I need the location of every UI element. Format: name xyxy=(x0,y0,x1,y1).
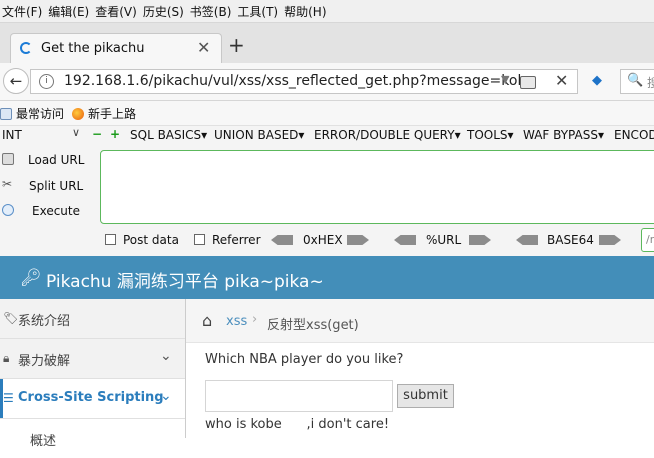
home-icon[interactable]: ⌂ xyxy=(202,311,212,330)
search-input[interactable]: 🔍 搜 xyxy=(620,69,654,94)
chevron-down-icon: ⌄ xyxy=(160,348,172,364)
url-bar[interactable]: i 192.168.1.6/pikachu/vul/xss/xss_reflec… xyxy=(30,69,578,94)
scissors-icon: ✂ xyxy=(2,177,13,191)
hackbar-url-textarea[interactable] xyxy=(100,150,654,224)
url-encode-arrow-icon[interactable] xyxy=(469,235,491,245)
hackbar-menu-row: INT ∨ − + SQL BASICS▾ UNION BASED▾ ERROR… xyxy=(0,126,654,146)
base64-label: BASE64 xyxy=(547,233,594,247)
bookmark-label: 新手上路 xyxy=(88,107,137,121)
base64-encode-arrow-icon[interactable] xyxy=(599,235,621,245)
search-icon: 🔍 xyxy=(627,73,644,88)
sidebar-subitem-overview[interactable]: 概述 xyxy=(0,419,185,458)
menu-view[interactable]: 查看(V) xyxy=(93,3,141,20)
type-select[interactable]: INT ∨ xyxy=(0,126,86,145)
hex-encode-arrow-icon[interactable] xyxy=(347,235,369,245)
back-button[interactable]: ← xyxy=(3,68,29,94)
firefox-icon xyxy=(72,108,84,120)
split-url-button[interactable]: ✂ Split URL xyxy=(0,176,98,198)
referrer-label: Referrer xyxy=(212,233,261,247)
referrer-checkbox[interactable] xyxy=(194,234,205,245)
url-encoding-label: %URL xyxy=(426,233,462,247)
question-text: Which NBA player do you like? xyxy=(205,352,404,367)
new-tab-button[interactable]: + xyxy=(228,35,245,55)
tab-close-icon[interactable]: ✕ xyxy=(197,38,210,57)
result-text: who is kobe ,i don't care! xyxy=(205,417,390,432)
menu-sql-basics[interactable]: SQL BASICS▾ xyxy=(130,128,207,142)
sidebar: 🏷︎ 系统介绍 🔒︎ 暴力破解 ⌄ ☰ Cross-Site Scripting… xyxy=(0,299,186,458)
menu-error-double-query[interactable]: ERROR/DOUBLE QUERY▾ xyxy=(314,128,461,142)
tab-pikachu[interactable]: Get the pikachu ✕ xyxy=(10,33,222,64)
reader-view-icon[interactable] xyxy=(520,76,536,89)
play-icon xyxy=(2,204,14,216)
breadcrumb-link-xss[interactable]: xss xyxy=(226,314,247,329)
post-data-checkbox[interactable] xyxy=(105,234,116,245)
load-url-label: Load URL xyxy=(28,153,85,167)
bookmark-label: 最常访问 xyxy=(16,107,65,121)
tag-icon: 🏷︎ xyxy=(3,311,19,325)
minus-icon[interactable]: − xyxy=(92,128,102,140)
load-url-button[interactable]: Load URL xyxy=(0,150,98,172)
execute-button[interactable]: Execute xyxy=(0,201,98,223)
tab-title: Get the pikachu xyxy=(41,41,145,56)
sidebar-item-intro[interactable]: 🏷︎ 系统介绍 xyxy=(0,299,185,339)
tab-strip: Get the pikachu ✕ + xyxy=(0,23,654,64)
post-data-label: Post data xyxy=(123,233,179,247)
hackbar: INT ∨ − + SQL BASICS▾ UNION BASED▾ ERROR… xyxy=(0,126,654,256)
menu-tools[interactable]: 工具(T) xyxy=(235,3,282,20)
type-select-value: INT xyxy=(2,128,22,142)
breadcrumb-separator: › xyxy=(252,312,258,327)
site-header: 🔑︎ Pikachu 漏洞练习平台 pika~pika~ xyxy=(0,256,654,299)
navigation-bar: ← i 192.168.1.6/pikachu/vul/xss/xss_refl… xyxy=(0,63,654,101)
menu-history[interactable]: 历史(S) xyxy=(141,3,188,20)
chevron-down-icon[interactable]: ▼ xyxy=(501,73,509,86)
chevron-down-icon: ∨ xyxy=(72,126,81,139)
bookmarks-toolbar: 最常访问 新手上路 xyxy=(0,101,654,126)
lock-icon: 🔒︎ xyxy=(3,351,10,365)
submit-button[interactable]: submit xyxy=(397,384,454,408)
sidebar-item-label: 概述 xyxy=(30,434,57,449)
breadcrumb-current: 反射型xss(get) xyxy=(267,318,359,333)
gear-icon xyxy=(0,108,12,120)
url-text[interactable]: 192.168.1.6/pikachu/vul/xss/xss_reflecte… xyxy=(64,73,526,89)
search-text: 搜 xyxy=(647,76,654,90)
menu-bookmarks[interactable]: 书签(B) xyxy=(188,3,236,20)
sidebar-item-brute-force[interactable]: 🔒︎ 暴力破解 ⌄ xyxy=(0,339,185,379)
url-decode-arrow-icon[interactable] xyxy=(394,235,416,245)
menu-union-based[interactable]: UNION BASED▾ xyxy=(214,128,304,142)
list-icon: ☰ xyxy=(3,391,14,405)
info-icon[interactable]: i xyxy=(39,74,54,89)
sidebar-item-xss[interactable]: ☰ Cross-Site Scripting ⌄ xyxy=(0,379,185,419)
split-url-label: Split URL xyxy=(29,179,84,193)
menu-edit[interactable]: 编辑(E) xyxy=(46,3,93,20)
menu-encoding[interactable]: ENCODING▾ xyxy=(614,128,654,142)
hackbar-extra-field[interactable]: /r xyxy=(641,228,654,252)
hex-decode-arrow-icon[interactable] xyxy=(271,235,293,245)
bookmark-getting-started[interactable]: 新手上路 xyxy=(72,105,136,122)
menu-waf-bypass[interactable]: WAF BYPASS▾ xyxy=(523,128,604,142)
menu-file[interactable]: 文件(F) xyxy=(0,3,46,20)
clear-url-icon[interactable]: ✕ xyxy=(555,71,568,90)
loading-icon xyxy=(20,42,32,54)
site-title[interactable]: Pikachu 漏洞练习平台 pika~pika~ xyxy=(46,267,324,292)
menu-tools[interactable]: TOOLS▾ xyxy=(467,128,514,142)
message-input[interactable] xyxy=(205,380,393,412)
hex-label: 0xHEX xyxy=(303,233,343,247)
menu-help[interactable]: 帮助(H) xyxy=(282,3,330,20)
breadcrumb: ⌂ xss › 反射型xss(get) xyxy=(186,299,654,343)
key-icon: 🔑︎ xyxy=(20,268,42,288)
plus-icon[interactable]: + xyxy=(110,128,120,140)
chevron-down-icon: ⌄ xyxy=(160,388,172,404)
execute-label: Execute xyxy=(32,204,80,218)
load-url-icon xyxy=(2,153,14,165)
sidebar-item-label: 暴力破解 xyxy=(18,354,71,369)
sidebar-item-label: 系统介绍 xyxy=(18,314,71,329)
base64-decode-arrow-icon[interactable] xyxy=(516,235,538,245)
bookmark-most-visited[interactable]: 最常访问 xyxy=(0,105,64,122)
menu-bar: 文件(F) 编辑(E) 查看(V) 历史(S) 书签(B) 工具(T) 帮助(H… xyxy=(0,0,654,23)
sidebar-item-label: Cross-Site Scripting xyxy=(18,390,164,405)
bird-icon[interactable]: ◆ xyxy=(592,73,602,88)
